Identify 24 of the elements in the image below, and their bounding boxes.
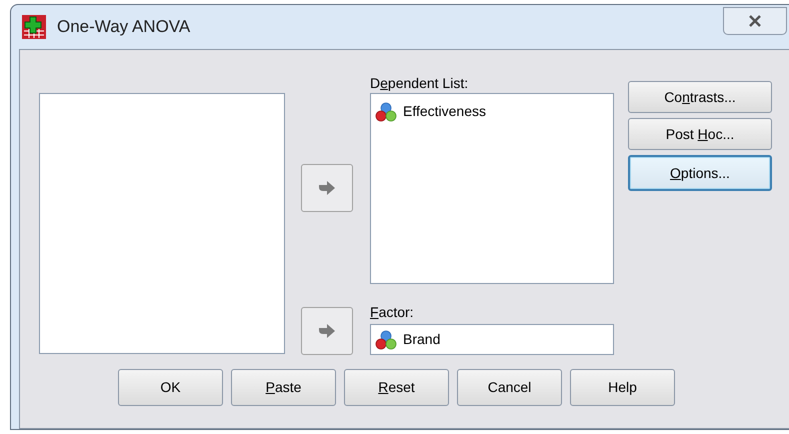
dialog-button[interactable]: Help <box>570 369 675 406</box>
list-item[interactable]: Effectiveness <box>403 101 486 122</box>
dialog-button[interactable]: Options... <box>628 155 772 191</box>
factor-label: Factor: <box>370 303 415 322</box>
arrow-right-icon <box>318 323 336 339</box>
window-title: One-Way ANOVA <box>57 16 190 38</box>
dialog-button[interactable]: Post Hoc... <box>628 118 772 150</box>
dialog-button[interactable]: OK <box>118 369 223 406</box>
close-button[interactable] <box>723 7 787 35</box>
factor-value: Brand <box>403 330 440 349</box>
move-arrow-button[interactable] <box>301 307 353 355</box>
dependent-list-label: Dependent List: <box>370 74 470 93</box>
dialog-button[interactable]: Cancel <box>457 369 562 406</box>
variable-icon <box>375 102 397 122</box>
dialog-button[interactable]: Reset <box>344 369 449 406</box>
close-icon <box>748 15 762 27</box>
move-arrow-button[interactable] <box>301 164 353 212</box>
dialog-button[interactable]: Paste <box>231 369 336 406</box>
dialog-button[interactable]: Contrasts... <box>628 81 772 113</box>
app-icon <box>21 14 47 40</box>
factor-field[interactable]: Brand <box>370 324 614 355</box>
arrow-right-icon <box>318 180 336 196</box>
variable-icon <box>375 330 397 350</box>
dependent-list[interactable]: Effectiveness <box>370 93 614 284</box>
